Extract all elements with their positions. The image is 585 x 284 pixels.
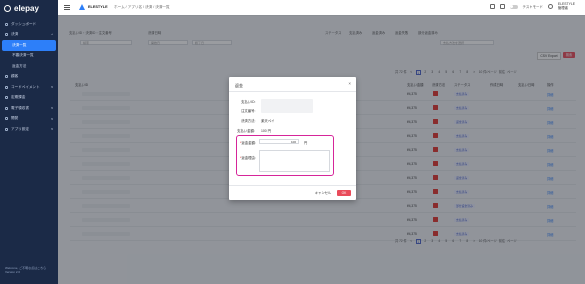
sidebar-item-payment-list[interactable]: 決済一覧 [2, 40, 56, 51]
sidebar-item-label: 定期課金 [11, 95, 26, 100]
sidebar-footer: Welcome, ご不明な点はこちら Version 2.0 [5, 266, 46, 274]
sidebar-item-label: 顧客 [11, 74, 19, 79]
sidebar-item-label: 開発 [11, 116, 19, 121]
dialog-title: 返金 [235, 83, 243, 88]
qr-code-icon [5, 85, 8, 89]
user-info[interactable]: ELESTYLE 管理者 [557, 2, 575, 10]
sidebar-footer-version: Version 2.0 [5, 270, 21, 274]
cancel-button[interactable]: キャンセル [313, 190, 333, 196]
sidebar-nav: ダッシュボード 決済 ^ 決済一覧 不審決済一覧 返金方法 顧客 コードペイメント… [0, 19, 58, 135]
topbar-right: テストモード ELESTYLE 管理者 [489, 2, 575, 10]
brand-name: ELESTYLE [88, 5, 108, 9]
chevron-up-icon: ^ [51, 32, 53, 37]
sidebar-item-label: 電子領収書 [11, 105, 29, 110]
menu-icon[interactable] [64, 5, 70, 10]
method-label: 決済方法: [241, 119, 256, 123]
sidebar: elepay ダッシュボード 決済 ^ 決済一覧 不審決済一覧 返金方法 顧客 コ… [0, 0, 58, 284]
logo[interactable]: elepay [4, 4, 39, 13]
topbar: ELESTYLE ホーム / アプリ名 / 決済 / 決済一覧 テストモード E… [58, 0, 585, 16]
sidebar-item-refund-methods[interactable]: 返金方法 [0, 61, 58, 72]
breadcrumb[interactable]: ホーム / アプリ名 / 決済 / 決済一覧 [114, 5, 170, 10]
sidebar-item-label: ダッシュボード [11, 21, 37, 26]
redacted-values [261, 99, 313, 113]
method-value: 楽天ペイ [261, 119, 275, 123]
chevron-down-icon: v [51, 85, 53, 90]
user-icon [5, 75, 8, 79]
sidebar-item-developer[interactable]: 開発 v [0, 114, 58, 125]
sidebar-item-customers[interactable]: 顧客 [0, 72, 58, 83]
sidebar-item-label: アプリ設定 [11, 126, 29, 131]
payment-icon [5, 33, 8, 37]
logo-text: elepay [14, 4, 39, 13]
brand-logo-icon [79, 4, 85, 10]
download-icon[interactable] [499, 4, 505, 10]
dashboard-icon [5, 22, 8, 26]
amount-value: 100 円 [261, 129, 271, 133]
refund-amount-label: *返金金額: [240, 141, 256, 145]
ok-button[interactable]: OK [337, 190, 351, 196]
user-role: 管理者 [557, 5, 569, 10]
chevron-down-icon: v [51, 116, 53, 121]
divider [229, 91, 356, 92]
code-icon [5, 117, 8, 121]
chevron-down-icon: v [51, 127, 53, 132]
divider [229, 185, 356, 186]
payment-id-label: 支払いID: [241, 100, 256, 104]
gear-icon [5, 127, 8, 131]
sidebar-item-label: コードペイメント [11, 84, 40, 89]
sidebar-item-label: 決済一覧 [12, 42, 27, 47]
test-mode-label: テストモード [522, 5, 543, 10]
elepay-logo-icon [4, 5, 11, 12]
sidebar-item-label: 返金方法 [12, 63, 27, 68]
sidebar-item-app-settings[interactable]: アプリ設定 v [0, 124, 58, 135]
refund-amount-unit: 円 [304, 140, 308, 145]
sidebar-item-dashboard[interactable]: ダッシュボード [0, 19, 58, 30]
sidebar-item-receipts[interactable]: 電子領収書 v [0, 103, 58, 114]
refund-dialog: 返金 × 支払いID: 注文番号: 決済方法: 楽天ペイ 支払い金額: 100 … [229, 77, 356, 200]
order-number-label: 注文番号: [241, 109, 256, 113]
sidebar-item-payments[interactable]: 決済 ^ [0, 30, 58, 41]
sidebar-item-label: 不審決済一覧 [12, 53, 34, 58]
sidebar-item-code-payment[interactable]: コードペイメント v [0, 82, 58, 93]
receipt-icon [5, 106, 8, 110]
avatar[interactable] [547, 4, 553, 10]
document-icon[interactable] [489, 4, 495, 10]
amount-label: 支払い金額: [237, 129, 255, 133]
sidebar-item-label: 決済 [11, 32, 19, 37]
refund-amount-input[interactable]: 100 [259, 139, 299, 144]
sidebar-item-suspicious-payments[interactable]: 不審決済一覧 [0, 51, 58, 62]
repeat-icon [5, 96, 8, 100]
test-mode-toggle[interactable] [509, 4, 518, 9]
refund-reason-textarea[interactable] [259, 150, 330, 172]
sidebar-item-subscriptions[interactable]: 定期課金 [0, 93, 58, 104]
close-icon[interactable]: × [348, 81, 351, 87]
chevron-down-icon: v [51, 106, 53, 111]
refund-reason-label: *返金理由: [240, 156, 256, 160]
